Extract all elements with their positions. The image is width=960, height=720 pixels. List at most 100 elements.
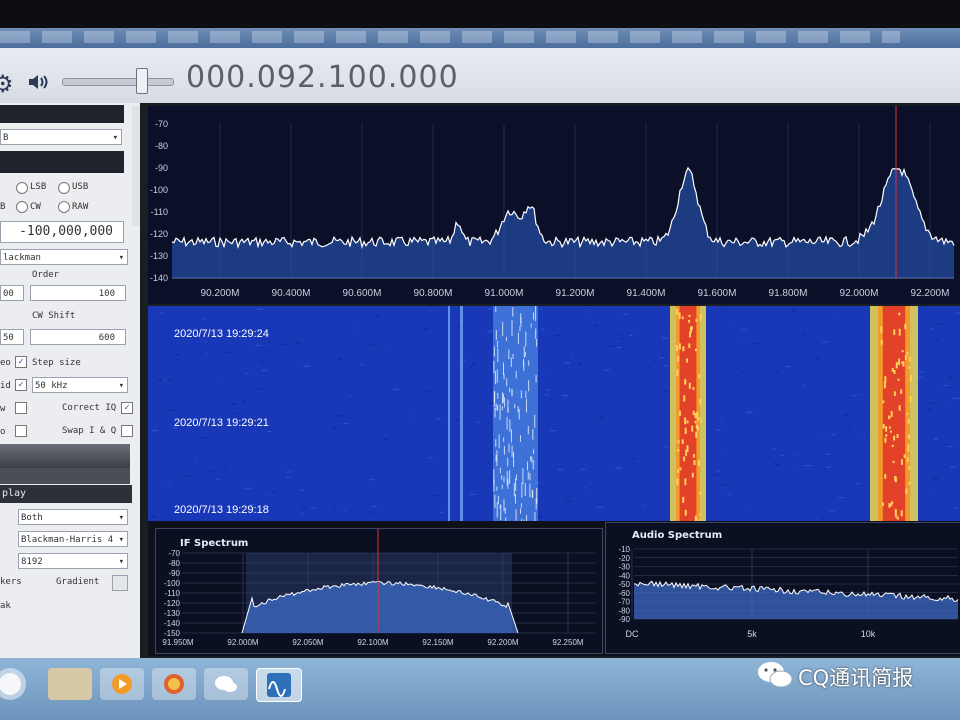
noise-speck <box>428 457 433 459</box>
signal-streak <box>512 354 514 359</box>
station-streak <box>676 345 679 352</box>
correct-iq-checkbox[interactable]: ✓ <box>121 402 133 414</box>
station-streak <box>880 326 883 333</box>
signal-streak <box>519 508 521 514</box>
noise-speck <box>173 353 180 355</box>
taskbar-explorer-button[interactable] <box>48 668 92 700</box>
station-streak <box>908 466 911 470</box>
gradient-button[interactable] <box>112 575 128 591</box>
waterfall-panel[interactable]: 2020/7/13 19:29:24 2020/7/13 19:29:21 2020… <box>148 306 960 521</box>
station-streak <box>880 340 883 345</box>
signal-streak <box>497 495 499 505</box>
swap-partial-label: o <box>0 427 6 437</box>
step-partial-label: eo <box>0 358 11 368</box>
speaker-icon[interactable] <box>26 70 50 94</box>
station-streak <box>898 405 901 411</box>
signal-streak <box>513 483 515 497</box>
order-input[interactable]: 100 <box>30 285 126 301</box>
taskbar-wechat-button[interactable] <box>204 668 248 700</box>
main-spectrum-panel[interactable]: -70 -80 -90 -100 -110 -120 -130 -140 90.200M 90.4… <box>148 106 960 304</box>
noise-speck <box>772 462 776 464</box>
panel-scrollbar[interactable] <box>132 106 140 226</box>
signal-streak <box>514 494 516 504</box>
station-streak <box>884 376 887 383</box>
swap-iq-checkbox[interactable] <box>121 425 133 437</box>
noise-speck <box>662 391 669 393</box>
signal-streak <box>528 380 530 392</box>
station-streak <box>908 481 911 485</box>
display-section-header[interactable]: play <box>0 485 132 503</box>
mode-usb-radio[interactable] <box>58 182 70 194</box>
station-streak <box>884 437 887 443</box>
fft-size-select[interactable]: 8192 ▾ <box>18 553 128 569</box>
mode-usb-label: USB <box>72 182 89 192</box>
mode-raw-radio[interactable] <box>58 201 70 213</box>
noise-speck <box>941 517 944 519</box>
taskbar-browser-button[interactable] <box>152 668 196 700</box>
x-tick-label: 92.200M <box>487 638 518 647</box>
step-checkbox[interactable]: ✓ <box>15 356 27 368</box>
noise-speck <box>939 344 942 346</box>
station-streak <box>683 395 686 402</box>
station-streak <box>896 434 899 438</box>
noise-speck <box>797 423 804 425</box>
noise-speck <box>470 367 472 369</box>
mode-cw-radio[interactable] <box>16 201 28 213</box>
station-streak <box>884 474 887 479</box>
noise-speck <box>583 487 587 489</box>
filter-input[interactable]: 00 <box>0 285 24 301</box>
display-mode-select[interactable]: Both ▾ <box>18 509 128 525</box>
gear-icon[interactable]: ⚙ <box>0 70 14 99</box>
snap-checkbox[interactable]: ✓ <box>15 379 27 391</box>
window-select[interactable]: lackman ▾ <box>0 249 128 265</box>
noise-speck <box>743 340 745 342</box>
signal-streak <box>528 360 530 366</box>
y-tick-label: -90 <box>155 163 168 173</box>
noise-speck <box>714 481 717 483</box>
station-streak <box>889 430 892 433</box>
fft-window-select[interactable]: Blackman-Harris 4 ▾ <box>18 531 128 547</box>
station-streak <box>688 319 691 323</box>
taskbar-media-button[interactable] <box>100 668 144 700</box>
noise-speck <box>934 438 938 440</box>
frequency-display[interactable]: 000.092.100.000 <box>186 60 459 95</box>
option-checkbox[interactable] <box>15 425 27 437</box>
noise-speck <box>349 409 351 411</box>
mode-lsb-radio[interactable] <box>16 182 28 194</box>
volume-slider-thumb[interactable] <box>136 68 148 94</box>
signal-streak <box>501 475 503 480</box>
noise-speck <box>303 365 310 367</box>
cw-shift-label: CW Shift <box>32 311 76 321</box>
step-size-select[interactable]: 50 kHz ▾ <box>32 377 128 393</box>
x-tick-label: 91.000M <box>485 288 524 299</box>
signal-streak <box>495 330 497 341</box>
station-streak <box>890 411 893 417</box>
noise-speck <box>953 397 960 399</box>
agc-checkbox[interactable] <box>15 402 27 414</box>
noise-speck <box>385 332 388 334</box>
noise-speck <box>368 512 373 514</box>
signal-streak <box>531 489 533 499</box>
station-streak <box>684 417 687 425</box>
noise-speck <box>826 466 832 468</box>
audio-spectrum-panel[interactable]: -10 -20 -30 -40 -50 -60 -70 -80 -90 DC 5k 10k <box>605 522 960 654</box>
y-tick-label: -50 <box>618 580 630 589</box>
signal-streak <box>509 387 511 393</box>
noise-speck <box>544 394 549 396</box>
signal-streak <box>507 478 509 489</box>
taskbar-sdr-button[interactable] <box>256 668 302 702</box>
noise-speck <box>417 347 420 349</box>
cw-shift-input[interactable]: 600 <box>30 329 126 345</box>
station-streak <box>905 488 908 494</box>
noise-speck <box>470 493 476 495</box>
noise-speck <box>665 446 668 448</box>
cw-input-partial[interactable]: 50 <box>0 329 24 345</box>
noise-speck <box>215 478 220 480</box>
noise-speck <box>774 370 780 372</box>
noise-speck <box>470 347 474 349</box>
volume-slider[interactable] <box>62 78 174 86</box>
source-select[interactable]: B ▾ <box>0 129 122 145</box>
noise-speck <box>948 377 955 379</box>
frequency-offset-input[interactable]: -100,000,000 <box>0 221 124 243</box>
start-button-icon[interactable] <box>0 664 30 704</box>
